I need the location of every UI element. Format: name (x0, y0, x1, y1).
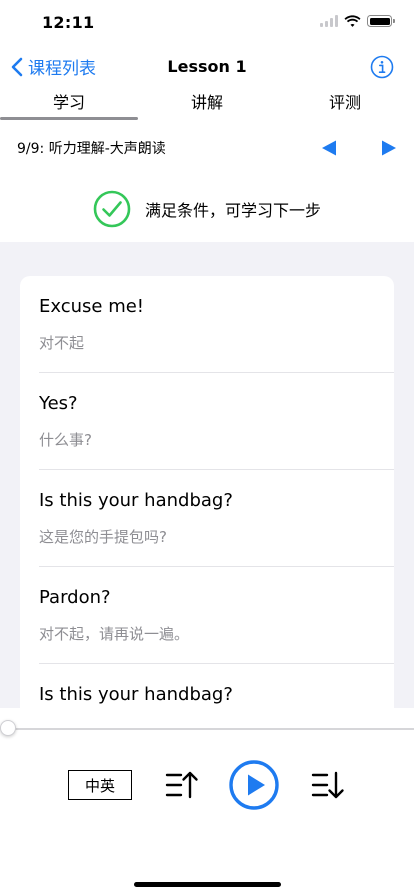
sentence-item[interactable]: Is this your handbag? 这是您的手提包吗? (39, 470, 394, 567)
sentence-english: Is this your handbag? (39, 684, 233, 705)
tab-indicator (0, 117, 138, 120)
sentence-list-area: Excuse me! 对不起 Yes? 什么事? Is this your ha… (0, 242, 414, 708)
sentence-item[interactable]: Excuse me! 对不起 (39, 276, 394, 373)
status-time: 12:11 (42, 13, 95, 32)
battery-icon (367, 15, 395, 27)
sentence-item[interactable]: Is this your handbag? (39, 664, 394, 708)
info-icon[interactable] (370, 55, 394, 79)
sentence-english: Is this your handbag? (39, 490, 233, 511)
progress-slider-track[interactable] (8, 728, 414, 730)
completion-status-text: 满足条件，可学习下一步 (144, 201, 321, 220)
sort-down-icon[interactable] (310, 768, 346, 802)
tab-learn[interactable]: 学习 (0, 89, 138, 113)
language-toggle-button[interactable]: 中英 (68, 770, 132, 800)
sentence-english: Pardon? (39, 587, 111, 608)
sentence-item[interactable]: Yes? 什么事? (39, 373, 394, 470)
tab-bar: 学习 讲解 评测 (0, 88, 414, 120)
nav-bar: 课程列表 Lesson 1 (0, 44, 414, 90)
previous-step-icon[interactable] (318, 137, 340, 159)
audio-player: 中英 (0, 708, 414, 896)
sentence-english: Yes? (39, 393, 78, 414)
lesson-step-label: 9/9: 听力理解-大声朗读 (17, 141, 166, 157)
sentence-chinese: 这是您的手提包吗? (39, 528, 167, 546)
checkmark-circle-icon (93, 190, 131, 228)
page-title: Lesson 1 (167, 57, 247, 76)
sentence-item[interactable]: Pardon? 对不起，请再说一遍。 (39, 567, 394, 664)
wifi-icon (344, 15, 361, 27)
status-bar: 12:11 (0, 0, 414, 44)
home-indicator (134, 882, 281, 887)
sentence-card: Excuse me! 对不起 Yes? 什么事? Is this your ha… (20, 276, 394, 708)
cellular-signal-icon (320, 15, 338, 27)
sort-up-icon[interactable] (164, 768, 200, 802)
completion-status: 满足条件，可学习下一步 (0, 186, 414, 232)
tab-evaluate[interactable]: 评测 (276, 89, 414, 113)
sentence-chinese: 对不起 (39, 334, 85, 352)
progress-slider-thumb[interactable] (0, 720, 16, 736)
play-button[interactable] (228, 759, 280, 811)
sentence-chinese: 对不起，请再说一遍。 (39, 625, 190, 643)
sentence-chinese: 什么事? (39, 431, 92, 449)
status-icons (320, 15, 395, 27)
lesson-header: 9/9: 听力理解-大声朗读 (0, 132, 414, 162)
sentence-english: Excuse me! (39, 296, 145, 317)
tab-explain[interactable]: 讲解 (138, 89, 276, 113)
next-step-icon[interactable] (378, 137, 400, 159)
